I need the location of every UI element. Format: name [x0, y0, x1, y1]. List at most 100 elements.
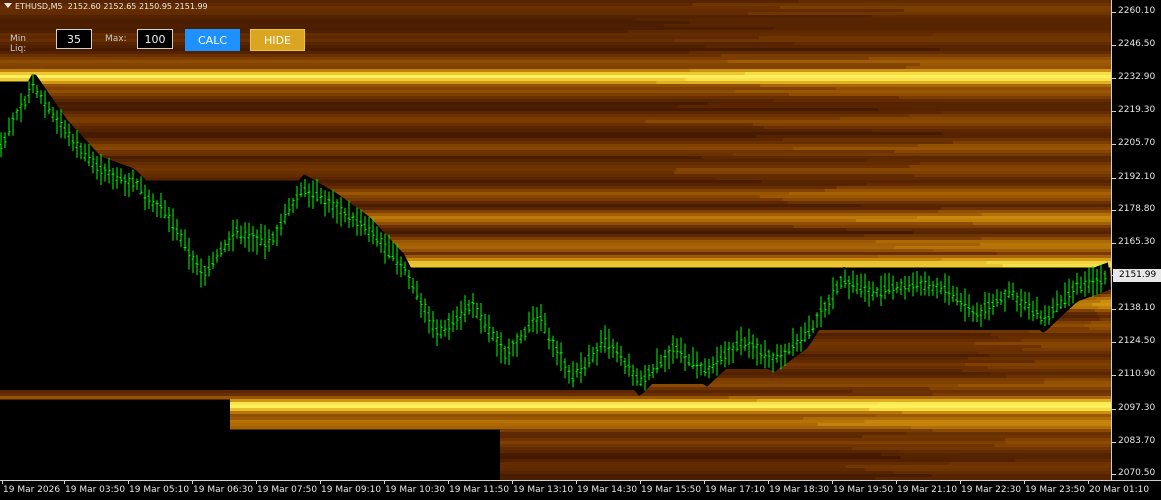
symbol-header[interactable]: ETHUSD,M5 2152.60 2152.65 2150.95 2151.9… — [4, 1, 208, 13]
heatmap-row-tail — [990, 333, 1111, 337]
heatmap-row-tail — [965, 363, 1111, 367]
time-tick-label: 19 Mar 15:50 — [641, 485, 701, 495]
heatmap-row-tail — [881, 453, 1111, 457]
price-tick-label: 2070.50 — [1118, 468, 1155, 478]
max-input[interactable] — [137, 29, 173, 49]
heatmap-row-tail — [733, 153, 1111, 157]
heatmap-row-tail — [728, 60, 1111, 64]
calc-button[interactable]: CALC — [185, 29, 240, 51]
heatmap-row-tail — [1044, 378, 1111, 382]
heatmap-row-tail — [920, 63, 1111, 67]
heatmap-row-tail — [1022, 348, 1111, 352]
heatmap-row-tail — [689, 51, 1111, 55]
heatmap-row-tail — [1101, 294, 1111, 298]
heatmap-row-tail — [1095, 309, 1111, 313]
time-tick — [448, 481, 449, 484]
heatmap-row-tail — [867, 159, 1111, 163]
heatmap-row-tail — [871, 15, 1111, 19]
heatmap-row-tail — [988, 366, 1111, 370]
heatmap-row-tail — [846, 465, 1111, 469]
heatmap-row-tail — [1041, 345, 1111, 349]
heatmap-row-tail — [1003, 264, 1111, 268]
heatmap-row-tail — [989, 354, 1111, 358]
heatmap-row-tail — [1034, 360, 1111, 364]
price-tick — [1112, 243, 1116, 244]
heatmap-row-tail — [910, 165, 1111, 169]
heatmap-row-tail — [803, 417, 1111, 421]
min-liq-input[interactable] — [56, 29, 92, 49]
heatmap-row-tail — [906, 432, 1111, 436]
heatmap-row-tail — [1098, 315, 1111, 319]
price-tick-label: 2097.30 — [1118, 403, 1155, 413]
time-tick-label: 19 Mar 14:30 — [577, 485, 637, 495]
heatmap-row-tail — [987, 261, 1111, 265]
heatmap-row-tail — [734, 90, 1111, 94]
heatmap-row-tail — [902, 405, 1111, 409]
heatmap-row-tail — [852, 447, 1111, 451]
chart-area[interactable]: ETHUSD,M5 2152.60 2152.65 2150.95 2151.9… — [0, 0, 1111, 480]
time-tick-label: 19 Mar 09:10 — [321, 485, 381, 495]
heatmap-row-tail — [949, 462, 1111, 466]
time-tick-label: 19 Mar 06:30 — [193, 485, 253, 495]
hide-button[interactable]: HIDE — [250, 29, 305, 51]
dropdown-arrow-icon[interactable] — [4, 3, 12, 8]
heatmap-row-tail — [761, 180, 1111, 184]
price-tick — [1112, 12, 1116, 13]
heatmap-row-tail — [852, 390, 1111, 394]
heatmap-row-tail — [872, 129, 1111, 133]
price-tick — [1112, 210, 1116, 211]
heatmap-row-tail — [840, 117, 1111, 121]
heatmap-row-tail — [894, 246, 1111, 250]
heatmap-row-tail — [637, 18, 1111, 22]
heatmap-row-tail — [716, 177, 1111, 181]
heatmap-row-tail — [701, 156, 1111, 160]
heatmap-row-tail — [1089, 327, 1111, 331]
price-tick-label: 2205.70 — [1118, 138, 1155, 148]
price-tick-label: 2083.70 — [1118, 436, 1155, 446]
heatmap-row-tail — [953, 141, 1111, 145]
time-tick — [896, 481, 897, 484]
heatmap-row-tail — [788, 201, 1111, 205]
heatmap-row-tail — [760, 84, 1111, 88]
heatmap-row-tail — [982, 213, 1111, 217]
heatmap-row-tail — [729, 396, 1111, 400]
heatmap-row-tail — [773, 99, 1111, 103]
heatmap-row-tail — [901, 456, 1111, 460]
max-label: Max: — [105, 34, 127, 44]
time-tick — [1024, 481, 1025, 484]
heatmap-row-tail — [783, 138, 1111, 142]
heatmap-row-tail — [938, 210, 1111, 214]
heatmap-row-tail — [973, 222, 1111, 226]
heatmap-row-tail — [958, 384, 1111, 388]
heatmap-row-tail — [1084, 324, 1111, 328]
heatmap-row-tail — [940, 48, 1111, 52]
heatmap-row-tail — [997, 252, 1111, 256]
price-tick — [1112, 442, 1116, 443]
time-tick-label: 19 Mar 22:30 — [961, 485, 1021, 495]
time-tick — [512, 481, 513, 484]
heatmap-row-tail — [913, 231, 1111, 235]
price-tick-label: 2178.80 — [1118, 204, 1155, 214]
heatmap-row-tail — [1100, 300, 1111, 304]
heatmap-row-tail — [899, 450, 1111, 454]
heatmap-row-tail — [789, 93, 1111, 97]
heatmap-row-tail — [1096, 297, 1111, 301]
heatmap-row-tail — [878, 402, 1111, 406]
time-tick-label: 19 Mar 10:30 — [385, 485, 445, 495]
heatmap-row-tail — [941, 258, 1111, 262]
time-tick — [128, 481, 129, 484]
heatmap-row-tail — [825, 189, 1111, 193]
heatmap-row-tail — [980, 243, 1111, 247]
current-price-label: 2151.99 — [1113, 269, 1161, 282]
heatmap-row-tail — [917, 216, 1111, 220]
price-tick-label: 2232.90 — [1118, 72, 1155, 82]
heatmap-row-tail — [998, 336, 1111, 340]
heatmap-row-tail — [674, 171, 1111, 175]
heatmap-row-tail — [911, 426, 1111, 430]
price-tick — [1112, 111, 1116, 112]
time-tick-label: 19 Mar 23:50 — [1025, 485, 1085, 495]
price-tick — [1112, 342, 1116, 343]
heatmap-row-tail — [1006, 441, 1111, 445]
heatmap-row-tail — [862, 435, 1111, 439]
heatmap-row-tail — [829, 75, 1111, 79]
